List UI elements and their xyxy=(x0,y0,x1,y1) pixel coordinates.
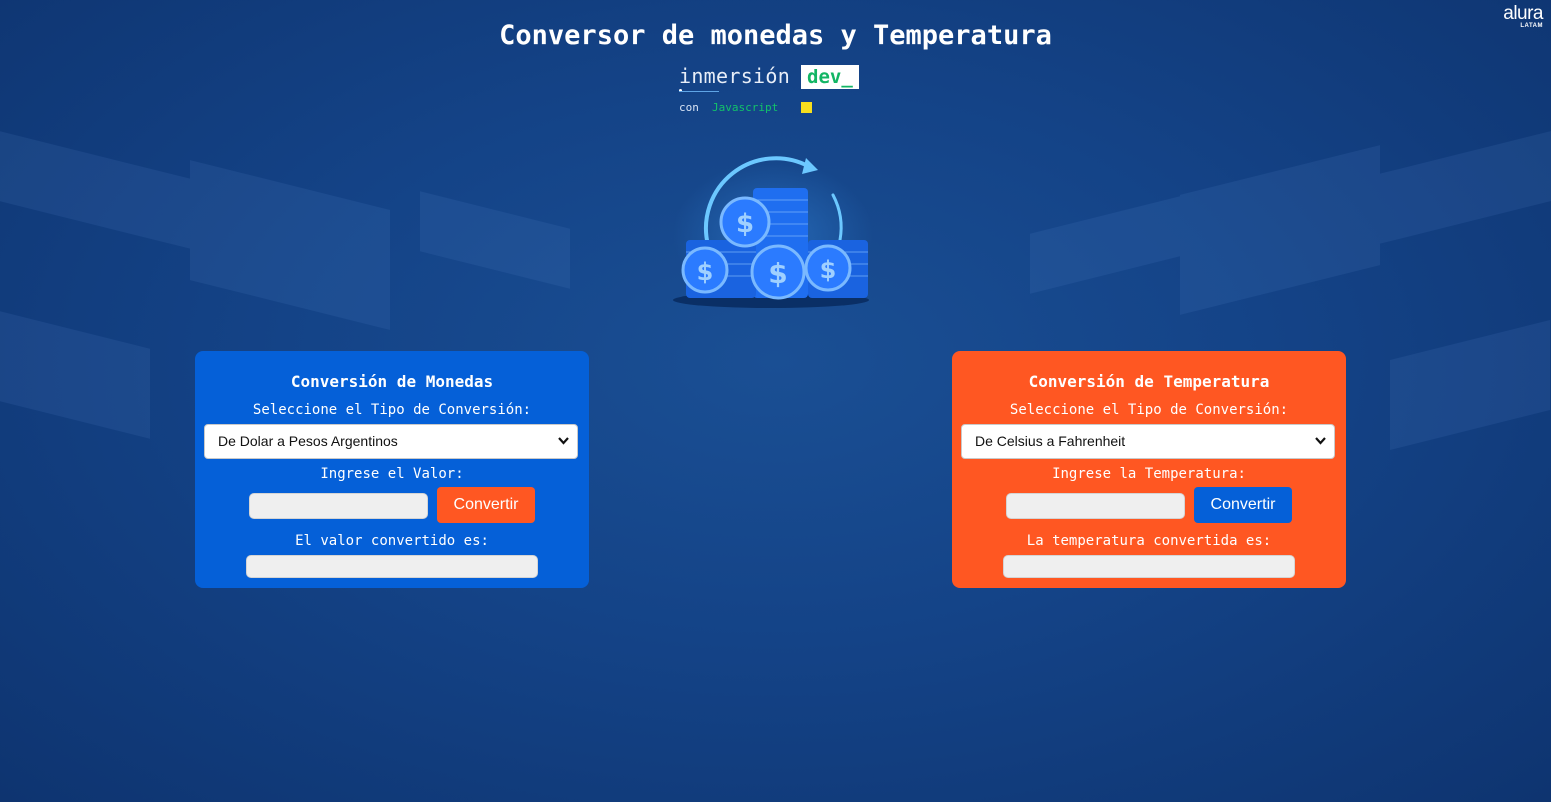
temperature-converter-panel: Conversión de Temperatura Seleccione el … xyxy=(952,351,1346,588)
currency-value-label: Ingrese el Valor: xyxy=(320,466,464,482)
currency-panel-title: Conversión de Monedas xyxy=(290,372,494,391)
currency-convert-button[interactable]: Convertir xyxy=(437,487,535,523)
temperature-value-input[interactable] xyxy=(1006,493,1185,519)
js-badge-icon xyxy=(801,102,812,113)
chevron-down-icon xyxy=(1315,437,1326,445)
temperature-selected-option: De Celsius a Fahrenheit xyxy=(975,433,1126,449)
temperature-convert-button[interactable]: Convertir xyxy=(1194,487,1292,523)
chevron-down-icon xyxy=(558,437,569,445)
currency-result-label: El valor convertido es: xyxy=(295,533,489,549)
logo-word: inmersión xyxy=(679,64,791,88)
background-decoration xyxy=(1390,320,1550,450)
logo-line xyxy=(679,91,719,92)
currency-result-field xyxy=(246,555,538,578)
background-decoration xyxy=(1030,196,1180,294)
temperature-select-label: Seleccione el Tipo de Conversión: xyxy=(1009,402,1289,418)
logo-language: Javascript xyxy=(712,101,779,114)
temperature-result-field xyxy=(1003,555,1295,578)
currency-conversion-select[interactable]: De Dolar a Pesos Argentinos xyxy=(204,424,578,459)
temperature-value-label: Ingrese la Temperatura: xyxy=(1052,466,1246,482)
background-decoration xyxy=(420,191,570,289)
page-title: Conversor de monedas y Temperatura xyxy=(499,20,1052,51)
temperature-panel-title: Conversión de Temperatura xyxy=(1028,372,1270,391)
temperature-conversion-select[interactable]: De Celsius a Fahrenheit xyxy=(961,424,1335,459)
coins-exchange-icon: $ $ $ $ xyxy=(668,150,878,315)
svg-text:$: $ xyxy=(736,209,754,239)
svg-text:$: $ xyxy=(768,257,787,290)
background-decoration xyxy=(0,311,150,439)
currency-selected-option: De Dolar a Pesos Argentinos xyxy=(218,433,398,449)
background-decoration xyxy=(190,160,390,330)
currency-converter-panel: Conversión de Monedas Seleccione el Tipo… xyxy=(195,351,589,588)
svg-text:$: $ xyxy=(820,256,837,284)
currency-value-input[interactable] xyxy=(249,493,428,519)
logo-dev-badge: dev_ xyxy=(801,65,859,89)
logo-prefix: con xyxy=(679,101,699,114)
background-decoration xyxy=(1180,145,1380,315)
background-decoration xyxy=(0,121,190,249)
currency-select-label: Seleccione el Tipo de Conversión: xyxy=(252,402,532,418)
svg-text:$: $ xyxy=(697,258,714,286)
inmersion-dev-logo: inmersión dev_ con Javascript xyxy=(679,62,869,118)
temperature-result-label: La temperatura convertida es: xyxy=(1026,533,1272,549)
background-decoration xyxy=(1380,126,1551,244)
